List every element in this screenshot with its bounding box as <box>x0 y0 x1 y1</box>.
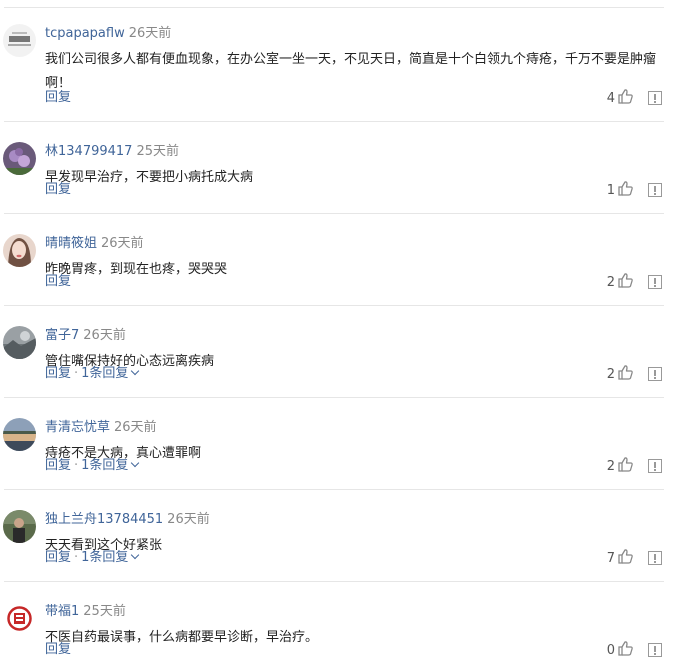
reply-button[interactable]: 回复 <box>45 642 71 657</box>
report-icon[interactable] <box>648 643 662 657</box>
comment-text: 我们公司很多人都有便血现象，在办公室一坐一天，不见天日，简直是十个白领九个痔疮，… <box>45 52 657 91</box>
separator-dot: · <box>74 550 79 565</box>
comment-text: 不医自药最误事，什么病都要早诊断，早治疗。 <box>45 630 319 645</box>
report-icon[interactable] <box>648 459 662 473</box>
avatar[interactable] <box>3 24 36 57</box>
reply-button[interactable]: 回复 <box>45 550 71 565</box>
thumbs-up-icon[interactable] <box>617 364 634 385</box>
like-count: 2 <box>606 458 615 474</box>
thumbs-up-icon[interactable] <box>617 548 634 569</box>
reply-button[interactable]: 回复 <box>45 458 71 473</box>
comment-actions: 回复 <box>45 273 71 291</box>
comment-time: 26天前 <box>101 236 144 251</box>
comment-header: 带福1 25天前 <box>45 603 126 621</box>
comment-actions: 回复 <box>45 641 71 659</box>
comment-actions: 回复 <box>45 89 71 107</box>
comment-time: 25天前 <box>136 144 179 159</box>
comment-divider <box>4 305 664 306</box>
chevron-down-icon <box>131 366 140 376</box>
comment-text: 早发现早治疗，不要把小病托成大病 <box>45 170 254 185</box>
comment-actions: 回复 · 1条回复 <box>45 365 140 383</box>
avatar[interactable] <box>3 418 36 451</box>
like-count: 1 <box>606 182 615 198</box>
like-count: 2 <box>606 366 615 382</box>
username-link[interactable]: tcpapapaflw <box>45 26 125 41</box>
comment-header: 独上兰舟13784451 26天前 <box>45 511 210 529</box>
thumbs-up-icon[interactable] <box>617 456 634 477</box>
comment-header: 富子7 26天前 <box>45 327 126 345</box>
username-link[interactable]: 晴晴筱姐 <box>45 236 97 251</box>
username-link[interactable]: 独上兰舟13784451 <box>45 512 163 527</box>
comment-header: 青清忘忧草 26天前 <box>45 419 157 437</box>
username-link[interactable]: 带福1 <box>45 604 79 619</box>
reply-button[interactable]: 回复 <box>45 182 71 197</box>
comment-tools: 2 <box>606 364 662 385</box>
avatar[interactable] <box>3 234 36 267</box>
comment-time: 26天前 <box>114 420 157 435</box>
report-icon[interactable] <box>648 367 662 381</box>
comment-actions: 回复 · 1条回复 <box>45 549 140 567</box>
chevron-down-icon <box>131 550 140 560</box>
show-replies-button[interactable]: 1条回复 <box>81 458 140 473</box>
replies-count-label: 1条回复 <box>81 366 129 381</box>
comment-tools: 0 <box>606 640 662 661</box>
comment-time: 26天前 <box>128 26 172 41</box>
replies-count-label: 1条回复 <box>81 458 129 473</box>
thumbs-up-icon[interactable] <box>617 88 634 109</box>
comment-divider <box>4 213 664 214</box>
like-count: 0 <box>606 642 615 658</box>
comment-time: 26天前 <box>167 512 210 527</box>
username-link[interactable]: 青清忘忧草 <box>45 420 110 435</box>
reply-button[interactable]: 回复 <box>45 90 71 105</box>
replies-count-label: 1条回复 <box>81 550 129 565</box>
avatar[interactable] <box>3 326 36 359</box>
reply-button[interactable]: 回复 <box>45 274 71 289</box>
comment-divider <box>4 581 664 582</box>
comment-time: 25天前 <box>83 604 126 619</box>
username-link[interactable]: 林134799417 <box>45 144 132 159</box>
comment-divider <box>4 489 664 490</box>
username-link[interactable]: 富子7 <box>45 328 79 343</box>
separator-dot: · <box>74 366 79 381</box>
comment-actions: 回复 <box>45 181 71 199</box>
comment-header: tcpapapaflw 26天前 <box>45 25 171 43</box>
thumbs-up-icon[interactable] <box>617 180 634 201</box>
thumbs-up-icon[interactable] <box>617 272 634 293</box>
like-count: 2 <box>606 274 615 290</box>
chevron-down-icon <box>131 458 140 468</box>
comment-time: 26天前 <box>83 328 126 343</box>
show-replies-button[interactable]: 1条回复 <box>81 366 140 381</box>
comment-tools: 2 <box>606 456 662 477</box>
thumbs-up-icon[interactable] <box>617 640 634 661</box>
report-icon[interactable] <box>648 91 662 105</box>
comment-divider <box>4 397 664 398</box>
comment-tools: 7 <box>606 548 662 569</box>
comment-header: 林134799417 25天前 <box>45 143 179 161</box>
separator-dot: · <box>74 458 79 473</box>
comment-tools: 1 <box>606 180 662 201</box>
comment-tools: 4 <box>606 88 662 109</box>
avatar[interactable] <box>3 602 36 635</box>
report-icon[interactable] <box>648 275 662 289</box>
comment-text: 昨晚胃疼，到现在也疼，哭哭哭 <box>45 262 228 277</box>
reply-button[interactable]: 回复 <box>45 366 71 381</box>
comment-divider <box>4 121 664 122</box>
comment-tools: 2 <box>606 272 662 293</box>
report-icon[interactable] <box>648 183 662 197</box>
show-replies-button[interactable]: 1条回复 <box>81 550 140 565</box>
avatar[interactable] <box>3 510 36 543</box>
comment-actions: 回复 · 1条回复 <box>45 457 140 475</box>
like-count: 7 <box>606 550 615 566</box>
avatar[interactable] <box>3 142 36 175</box>
like-count: 4 <box>606 90 615 106</box>
top-divider <box>4 7 664 8</box>
comment-header: 晴晴筱姐 26天前 <box>45 235 144 253</box>
report-icon[interactable] <box>648 551 662 565</box>
